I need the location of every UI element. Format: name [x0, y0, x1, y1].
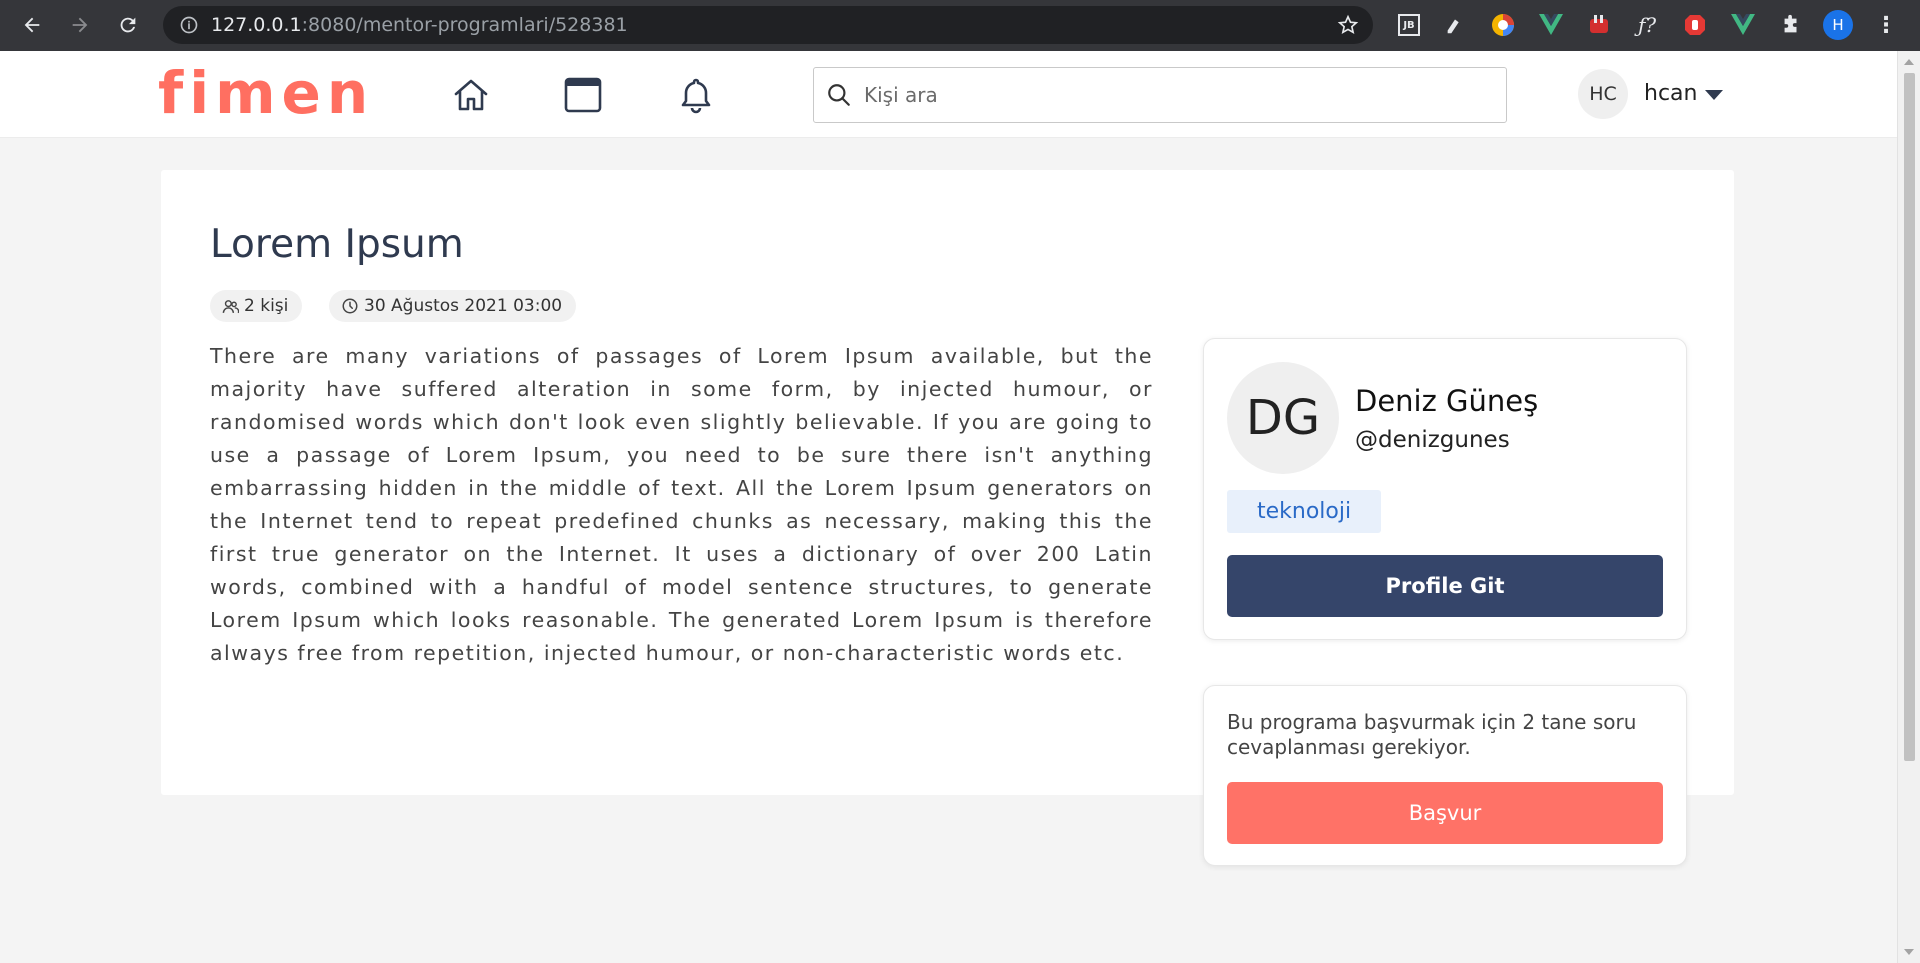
reload-button[interactable]	[104, 2, 152, 48]
date-text: 30 Ağustos 2021 03:00	[364, 296, 563, 316]
window-icon	[564, 77, 602, 113]
apply-button[interactable]: Başvur	[1227, 782, 1663, 844]
info-icon	[180, 16, 198, 34]
jetbrains-extension[interactable]: JB	[1394, 10, 1424, 40]
browser-toolbar: 127.0.0.1:8080/mentor-programlari/528381…	[0, 0, 1920, 51]
home-nav[interactable]	[451, 75, 491, 115]
pen-extension[interactable]	[1440, 10, 1470, 40]
search-input[interactable]	[864, 83, 1464, 107]
arrow-right-icon	[72, 17, 88, 33]
page: fimen HC hcan Lorem Ipsum 2 kişi	[0, 51, 1897, 963]
mentor-avatar: DG	[1227, 362, 1339, 474]
vue-icon	[1731, 14, 1755, 35]
program-description: There are many variations of passages of…	[210, 344, 1153, 665]
puzzle-icon	[1784, 14, 1797, 33]
rabbit-extension[interactable]	[1584, 10, 1614, 40]
extensions-button[interactable]	[1776, 10, 1806, 40]
back-button[interactable]	[8, 2, 56, 48]
program-title: Lorem Ipsum	[210, 222, 464, 267]
scroll-down-icon[interactable]	[1904, 949, 1914, 955]
participants-badge: 2 kişi	[210, 290, 303, 322]
forward-button[interactable]	[56, 2, 104, 48]
profile-button[interactable]: Profile Git	[1227, 555, 1663, 617]
user-menu[interactable]: hcan	[1644, 81, 1724, 106]
apply-card: Bu programa başvurmak için 2 tane soru c…	[1203, 685, 1687, 866]
bell-icon	[681, 78, 711, 114]
mentor-name: Deniz Güneş	[1355, 384, 1539, 418]
user-name: hcan	[1644, 81, 1698, 106]
url-path: :8080/mentor-programlari/528381	[301, 14, 628, 36]
program-card: Lorem Ipsum 2 kişi 30 Ağustos 2021 03:00…	[161, 170, 1734, 866]
stop-extension[interactable]	[1680, 10, 1710, 40]
fx-extension[interactable]: ƒ?	[1632, 10, 1662, 40]
logo[interactable]: fimen	[158, 59, 374, 127]
url-host: 127.0.0.1	[211, 14, 302, 36]
color-extension[interactable]	[1488, 10, 1518, 40]
people-icon	[222, 298, 239, 315]
colorful-circle-icon	[1492, 14, 1514, 36]
jetbrains-icon: JB	[1398, 14, 1420, 36]
page-scrollbar[interactable]	[1897, 51, 1920, 963]
browser-menu-button[interactable]: ⋮	[1871, 10, 1901, 40]
vue-extension[interactable]	[1536, 10, 1566, 40]
date-badge: 30 Ağustos 2021 03:00	[329, 290, 577, 322]
scroll-up-icon[interactable]	[1904, 59, 1914, 65]
kebab-menu-icon: ⋮	[1875, 12, 1897, 38]
arrow-left-icon	[24, 17, 40, 33]
mentor-handle: @denizgunes	[1355, 427, 1510, 453]
search-icon	[828, 84, 850, 106]
vue-extension-2[interactable]	[1728, 10, 1758, 40]
browser-window-nav[interactable]	[563, 75, 603, 115]
fx-icon: ƒ?	[1637, 13, 1657, 37]
apply-info-text: Bu programa başvurmak için 2 tane soru c…	[1227, 710, 1637, 759]
user-avatar[interactable]: HC	[1578, 69, 1628, 119]
notifications-nav[interactable]	[676, 75, 716, 115]
rabbit-icon	[1590, 15, 1608, 33]
reload-icon	[120, 17, 136, 33]
category-tag[interactable]: teknoloji	[1227, 490, 1382, 533]
address-bar[interactable]: 127.0.0.1:8080/mentor-programlari/528381	[163, 6, 1373, 44]
profile-avatar: H	[1823, 10, 1853, 40]
scrollbar-thumb[interactable]	[1904, 73, 1915, 761]
url-text: 127.0.0.1:8080/mentor-programlari/528381	[211, 14, 628, 36]
stop-hand-icon	[1685, 15, 1705, 35]
search-box	[813, 67, 1507, 123]
participants-text: 2 kişi	[244, 296, 289, 316]
pen-icon	[1447, 19, 1459, 34]
profile-button[interactable]: H	[1823, 10, 1853, 40]
mentor-card: DG Deniz Güneş @denizgunes teknoloji Pro…	[1203, 338, 1687, 640]
caret-down-icon	[1705, 89, 1724, 100]
home-icon	[454, 79, 488, 111]
app-header: fimen HC hcan	[0, 51, 1897, 138]
clock-icon	[341, 297, 359, 315]
bookmark-star-icon[interactable]	[1337, 14, 1359, 40]
vue-icon	[1539, 14, 1563, 35]
